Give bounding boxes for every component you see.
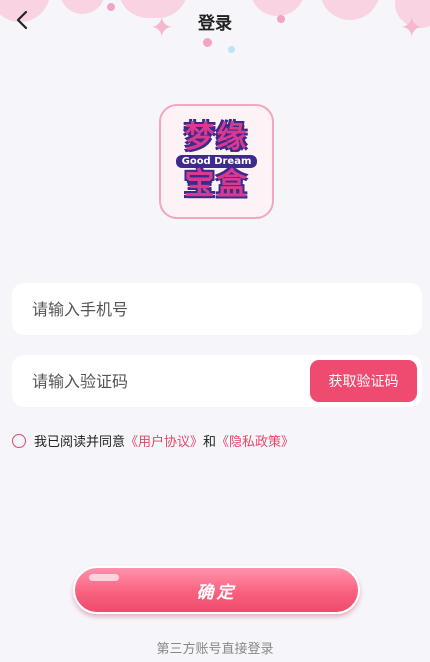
confirm-button[interactable]: 确定	[73, 566, 360, 614]
app-logo: 梦缘 Good Dream 宝盒	[159, 104, 274, 219]
logo-text-top: 梦缘	[184, 120, 249, 155]
privacy-policy-link[interactable]: 《隐私政策》	[216, 431, 294, 450]
agreement-row: 我已阅读并同意 《用户协议》 和 《隐私政策》	[12, 431, 294, 450]
agreement-conjunction: 和	[203, 435, 217, 450]
logo-text-bottom: 宝盒	[184, 167, 249, 202]
get-code-button[interactable]: 获取验证码	[310, 360, 417, 402]
code-field-card: 获取验证码	[12, 355, 422, 407]
verification-code-input[interactable]	[32, 355, 312, 407]
agreement-radio[interactable]	[12, 433, 26, 448]
confirm-label: 确定	[196, 582, 237, 603]
phone-field-card	[12, 283, 422, 335]
third-party-login-link[interactable]: 第三方账号直接登录	[0, 638, 430, 657]
user-agreement-link[interactable]: 《用户协议》	[125, 431, 203, 450]
button-shine	[89, 574, 119, 581]
phone-input[interactable]	[32, 283, 312, 335]
page-title: 登录	[198, 14, 232, 34]
header: 登录	[0, 0, 430, 40]
agreement-prefix: 我已阅读并同意	[34, 435, 126, 450]
deco-dot	[228, 46, 235, 53]
